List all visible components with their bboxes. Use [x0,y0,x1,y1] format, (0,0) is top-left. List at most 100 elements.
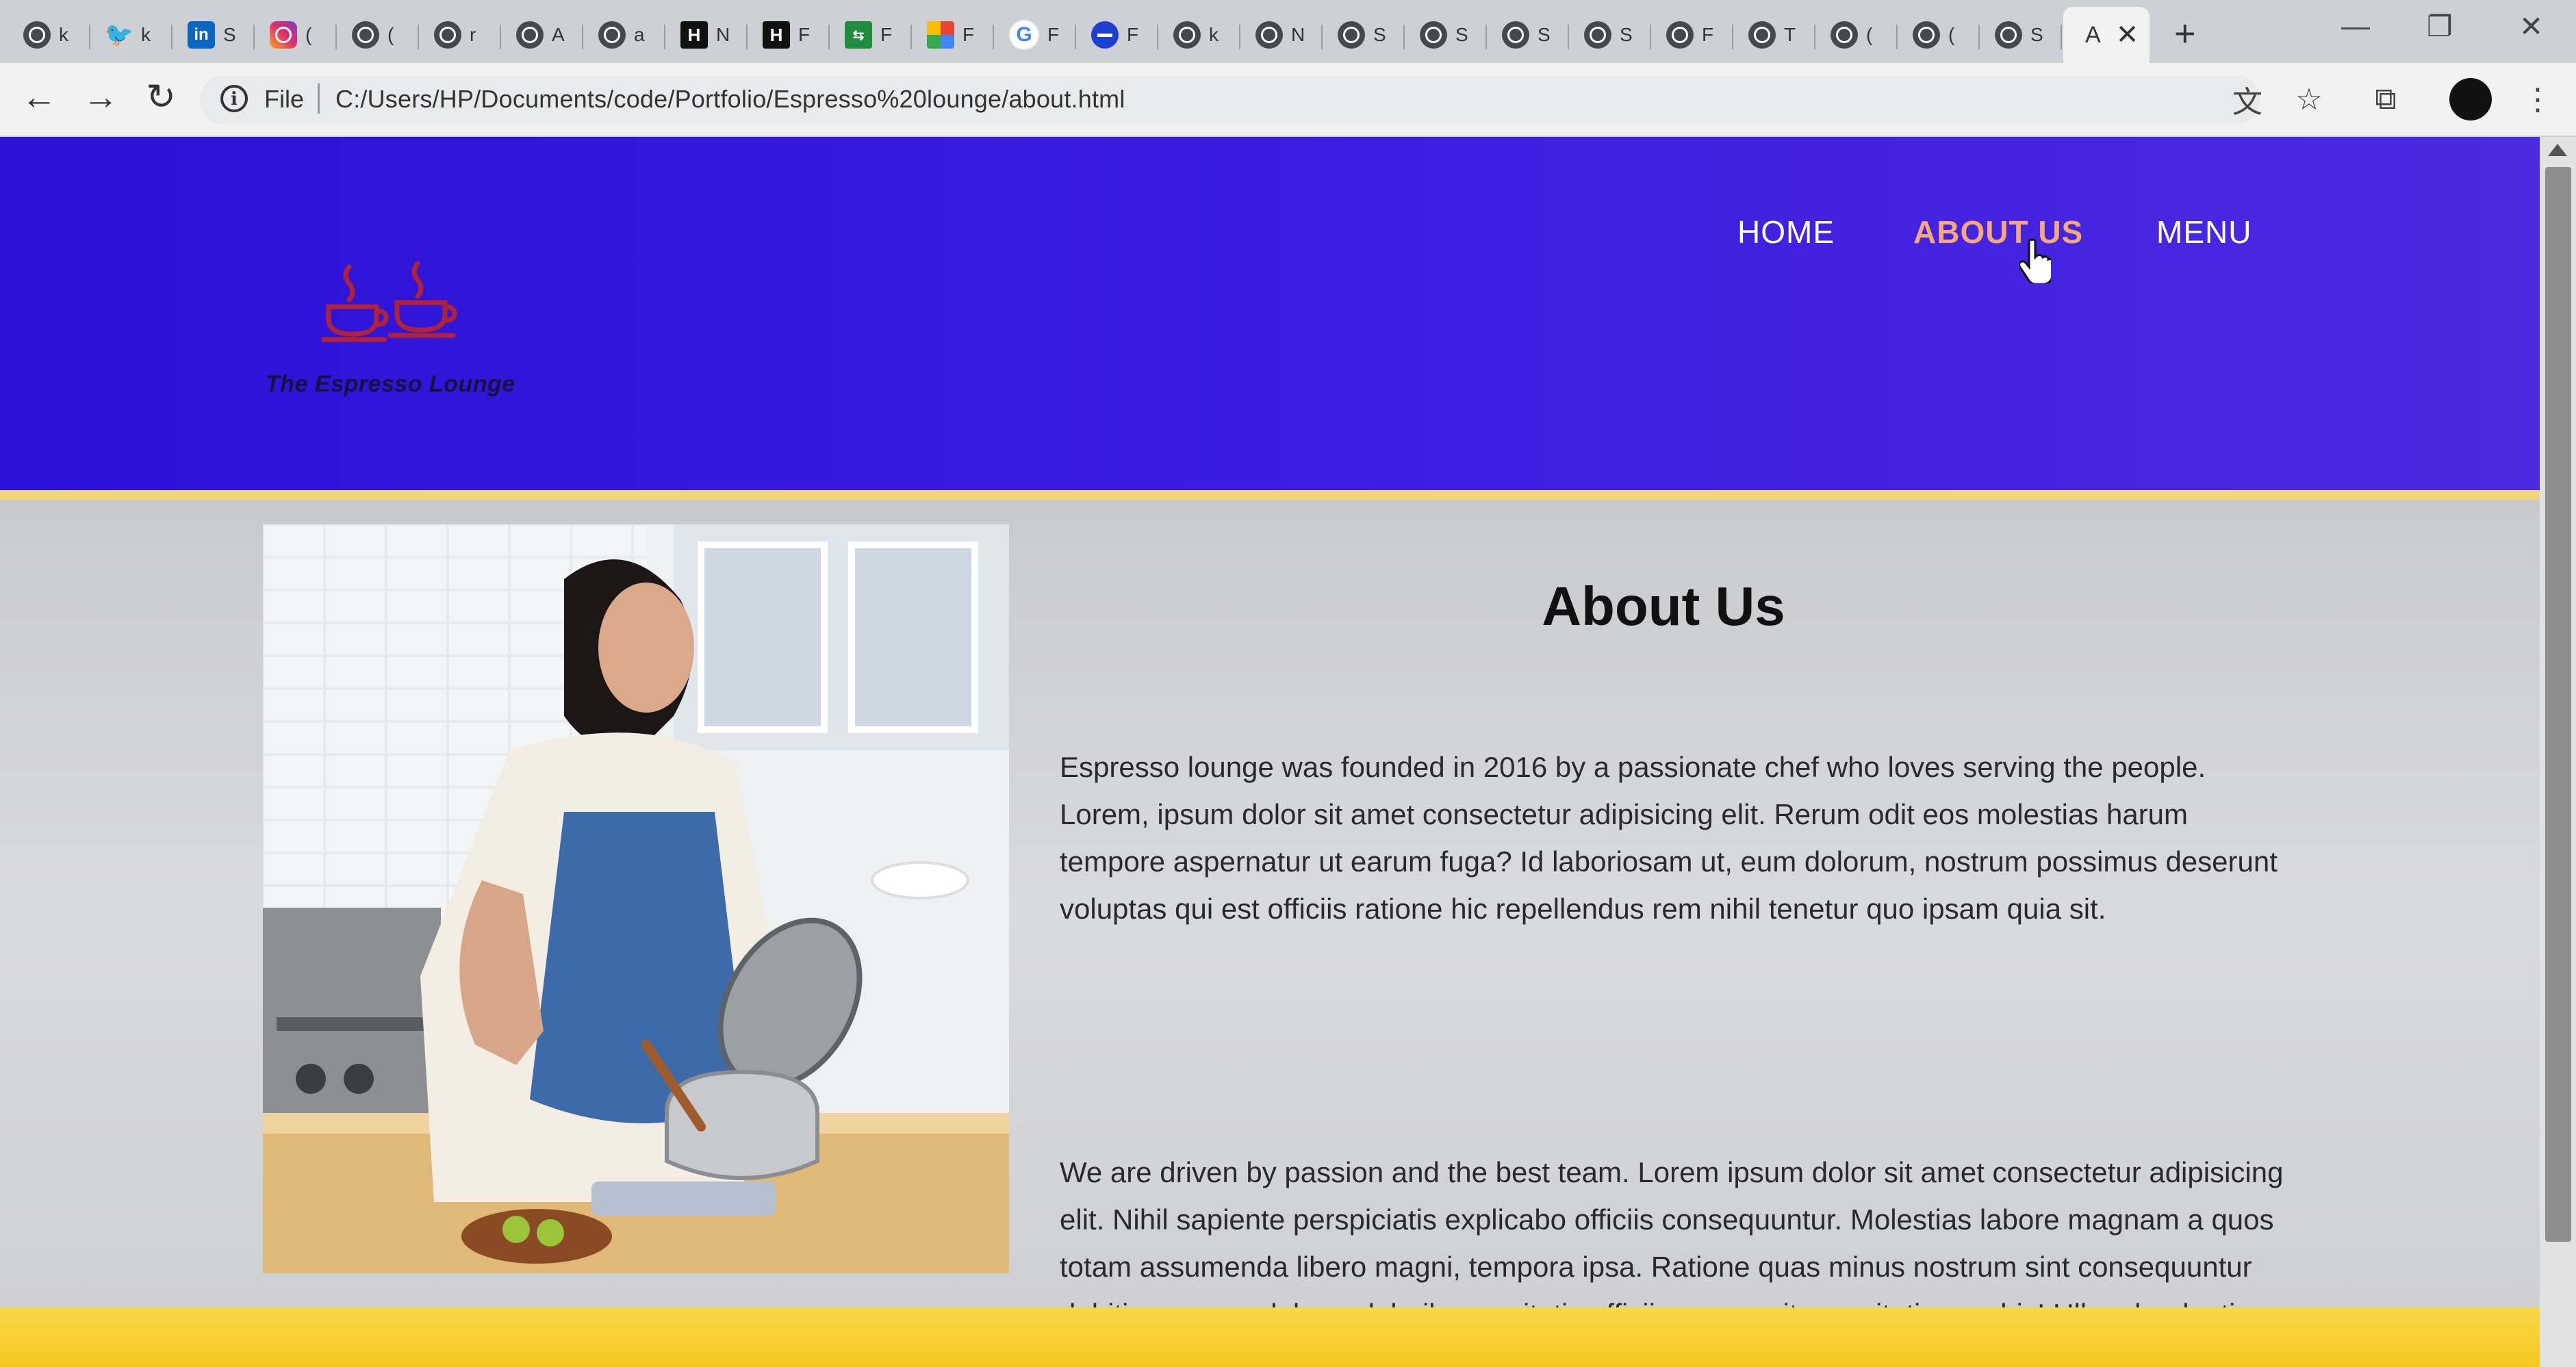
tab-title: S [1620,24,1633,45]
tab-separator [1732,25,1733,49]
close-tab-icon[interactable]: ✕ [2116,19,2139,51]
tab-title: F [1702,24,1714,45]
tab-1[interactable]: k [10,7,90,63]
globe-icon [1255,21,1283,49]
tab-18[interactable]: S [1406,7,1487,63]
tab-title: S [1373,24,1386,45]
tab-10[interactable]: HF [749,7,830,63]
tab-separator [1568,25,1569,49]
tab-title: A [552,24,565,45]
tab-14[interactable]: F [1077,7,1158,63]
tab-title: ( [1948,24,1955,45]
globe-icon [1748,21,1776,49]
forward-button[interactable]: → [77,77,125,118]
tab-title: T [1784,24,1796,45]
tab-separator [582,25,583,49]
tab-25[interactable]: S [1981,7,2062,63]
tab-title: F [798,24,811,45]
info-icon[interactable]: i [220,85,248,112]
tab-separator [500,25,501,49]
file-scheme-label: File [264,85,305,113]
google-icon: G [1009,20,1039,50]
nav-menu[interactable]: MENU [2156,214,2252,251]
tab-title: a [634,24,645,45]
site-footer [0,1307,2540,1367]
new-tab-button[interactable]: + [2174,12,2196,55]
twitter-icon: 🐦 [104,22,134,48]
tab-title: S [1538,24,1551,45]
scrollbar-thumb[interactable] [2545,167,2571,1242]
tab-9[interactable]: HN [667,7,748,63]
tab-13[interactable]: GF [995,7,1076,63]
instagram-icon [270,21,297,49]
back-button[interactable]: ← [15,77,63,118]
close-window-button[interactable]: ✕ [2519,10,2543,43]
tab-title: F [880,24,893,45]
espresso-cups-logo-icon[interactable] [319,260,459,349]
cast-icon[interactable]: ⧉ [2367,81,2404,118]
logo-text[interactable]: The Espresso Lounge [266,371,515,398]
tab-11[interactable]: ⇆ F [831,7,912,63]
globe-icon [1831,21,1858,49]
tab-title: N [716,24,730,45]
tab-15[interactable]: k [1160,7,1240,63]
tab-separator [1814,25,1815,49]
tab-separator [1403,25,1405,49]
tab-separator [910,25,912,49]
browser-menu-icon[interactable]: ⋮ [2519,81,2556,118]
hashnode-icon: H [680,21,708,49]
scroll-up-arrow-icon[interactable] [2548,144,2567,156]
tab-separator [1650,25,1651,49]
tab-title: F [1127,24,1139,45]
tab-16[interactable]: N [1242,7,1323,63]
tab-title: k [59,24,68,45]
tab-20[interactable]: S [1570,7,1651,63]
tab-separator [993,25,994,49]
globe-icon [1995,21,2022,49]
about-paragraph-1: Espresso lounge was founded in 2016 by a… [1060,751,2278,925]
tab-8[interactable]: a [585,7,665,63]
tab-title: S [1455,24,1468,45]
tab-22[interactable]: T [1735,7,1815,63]
globe-icon [1584,21,1611,49]
tab-title: ( [1866,24,1873,45]
tab-4[interactable]: ( [256,7,337,63]
tab-21[interactable]: F [1653,7,1733,63]
nav-about-us[interactable]: ABOUT US [1913,214,2083,251]
tab-6[interactable]: r [420,7,501,63]
url-text[interactable]: C:/Users/HP/Documents/code/Portfolio/Esp… [335,85,1125,114]
tab-title: F [1047,24,1060,45]
restore-button[interactable]: ❐ [2427,10,2453,43]
minimize-button[interactable]: — [2341,10,2370,42]
reload-button[interactable]: ↻ [137,77,185,118]
tab-3[interactable]: in S [174,7,255,63]
tab-title: k [1209,24,1219,45]
tab-separator [1239,25,1240,49]
tab-title: ( [387,24,394,45]
tab-7[interactable]: A [502,7,583,63]
tab-separator [418,25,419,49]
tab-title: r [470,24,476,45]
tab-separator [1485,25,1487,49]
tab-title: ( [305,24,312,45]
tab-separator [746,25,748,49]
nav-home[interactable]: HOME [1737,214,1835,251]
tab-separator [1157,25,1158,49]
tab-23[interactable]: ( [1817,7,1898,63]
hand-cursor-icon [2017,238,2054,285]
tab-2[interactable]: 🐦 k [92,7,173,63]
tab-19[interactable]: S [1488,7,1569,63]
bookmark-star-icon[interactable]: ☆ [2291,81,2328,118]
tab-title: S [223,24,236,45]
tab-separator [664,25,665,49]
tab-24[interactable]: ( [1899,7,1980,63]
chef-cooking-photo [263,524,1009,1273]
about-title: About Us [1542,576,1785,637]
tab-5[interactable]: ( [338,7,419,63]
tab-17[interactable]: S [1324,7,1405,63]
globe-icon [516,21,544,49]
tab-12[interactable]: F [913,7,994,63]
translate-icon[interactable]: 文 [2229,81,2266,119]
tab-active[interactable]: A ✕ [2063,7,2150,63]
profile-avatar[interactable] [2449,78,2492,120]
